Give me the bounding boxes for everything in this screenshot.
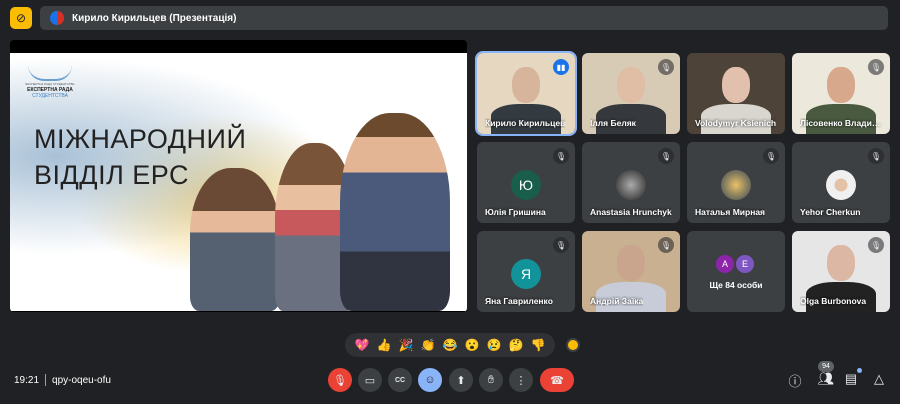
participant-name: Volodymyr Ksienich: [695, 118, 777, 128]
participant-tile[interactable]: Ілля Беляк 🎙︎: [582, 53, 680, 134]
reaction-button[interactable]: 👍: [377, 338, 392, 352]
participant-tile[interactable]: Volodymyr Ksienich: [687, 53, 785, 134]
mic-off-icon: 🎙︎: [658, 237, 674, 253]
chat-button[interactable]: ▤: [842, 371, 860, 387]
reaction-button[interactable]: 😮: [465, 338, 480, 352]
present-icon: ⬆: [456, 374, 466, 387]
reactions-button[interactable]: ☺: [418, 368, 442, 392]
participant-name: Кирило Кирильцев: [485, 118, 566, 128]
participant-face: [617, 67, 645, 103]
mic-off-icon: 🎙︎: [763, 148, 779, 164]
logo-mark: [28, 65, 72, 81]
reaction-button[interactable]: 🎉: [399, 338, 414, 352]
hand-icon: ✋︎: [487, 373, 495, 386]
skin-tone-button[interactable]: [566, 338, 580, 352]
raise-hand-button[interactable]: ✋︎: [479, 368, 503, 392]
presentation-view: ЕКСПЕРТНА РАДА СТУДЕНТСТВА ЕКСПЕРТНА РАД…: [10, 40, 467, 312]
logo-line2: СТУДЕНТСТВА: [32, 93, 68, 100]
captions-icon: CC: [394, 376, 406, 384]
participant-face: [722, 67, 750, 103]
people-button[interactable]: 👥︎: [817, 371, 835, 387]
phone-hangup-icon: ☎︎: [550, 374, 564, 387]
leave-call-button[interactable]: ☎︎: [540, 368, 574, 392]
participant-tile[interactable]: Лісовенко Владислав 🎙︎: [792, 53, 890, 134]
slide-photo: [160, 113, 467, 311]
presenter-avatar: [50, 11, 64, 25]
participant-tile[interactable]: Андрій Заїка 🎙︎: [582, 231, 680, 312]
reaction-button[interactable]: 👏: [421, 338, 436, 352]
participant-name: Olga Burbonova: [800, 296, 867, 306]
participant-name: Андрій Заїка: [590, 296, 644, 306]
participant-tile[interactable]: Кирило Кирильцев ▮▮: [475, 51, 577, 136]
participant-avatar: [721, 170, 751, 200]
mic-off-icon: 🎙︎: [553, 237, 569, 253]
more-vert-icon: ⋮: [515, 374, 527, 387]
clock: 19:21: [14, 374, 40, 386]
mic-button[interactable]: 🎙︎: [328, 368, 352, 392]
people-icon: 👥︎: [817, 371, 835, 386]
others-label: Ще 84 особи: [709, 280, 763, 290]
mic-off-icon: 🎙︎: [333, 374, 347, 387]
mic-off-icon: 🎙︎: [553, 148, 569, 164]
mic-off-icon: 🎙︎: [868, 148, 884, 164]
participant-tile[interactable]: Я Яна Гавриленко 🎙︎: [477, 231, 575, 312]
participant-face: [827, 245, 855, 281]
participant-face: [827, 67, 855, 103]
presentation-off-icon: ⊘: [15, 11, 27, 25]
participant-avatar: Ю: [511, 170, 541, 200]
others-avatar: Е: [736, 255, 754, 273]
participant-tile[interactable]: Olga Burbonova 🎙︎: [792, 231, 890, 312]
present-button[interactable]: ⬆: [449, 368, 473, 392]
camera-icon: ▭: [364, 374, 376, 387]
divider: [45, 374, 47, 386]
captions-button[interactable]: CC: [388, 368, 412, 392]
reaction-button[interactable]: 👎: [531, 338, 546, 352]
info-icon: ⓘ: [788, 374, 802, 389]
participant-tile[interactable]: Yehor Cherkun 🎙︎: [792, 142, 890, 223]
participant-name: Лісовенко Владислав: [800, 118, 884, 128]
presenter-label: Кирило Кирильцев (Презентація): [72, 12, 237, 24]
participant-name: Яна Гавриленко: [485, 296, 553, 306]
participant-name: Anastasia Hrunchyk: [590, 207, 672, 217]
participant-face: [512, 67, 540, 103]
mic-off-icon: 🎙︎: [658, 148, 674, 164]
more-options-button[interactable]: ⋮: [509, 368, 533, 392]
participant-name: Ілля Беляк: [590, 118, 636, 128]
mic-off-icon: 🎙︎: [868, 237, 884, 253]
participant-tile[interactable]: А Е Ще 84 особи: [687, 231, 785, 312]
emoji-icon: ☺: [424, 374, 436, 386]
participant-tile[interactable]: Anastasia Hrunchyk 🎙︎: [582, 142, 680, 223]
activities-icon: △: [874, 371, 884, 386]
participant-tile[interactable]: Ю Юлія Гришина 🎙︎: [477, 142, 575, 223]
presentation-bar: Кирило Кирильцев (Презентація): [40, 6, 888, 30]
participant-tile[interactable]: Наталья Мирная 🎙︎: [687, 142, 785, 223]
reactions-bar: 💖 👍 🎉 👏 😂 😮 😢 🤔 👎: [345, 333, 555, 357]
speaking-indicator-icon: ▮▮: [553, 59, 569, 75]
camera-button[interactable]: ▭: [358, 368, 382, 392]
participant-face: [617, 245, 645, 281]
participant-avatar: Я: [511, 259, 541, 289]
meeting-code: qpy-oqeu-ofu: [52, 374, 111, 386]
participant-name: Юлія Гришина: [485, 207, 546, 217]
stop-presenting-button[interactable]: ⊘: [10, 7, 32, 29]
participant-name: Наталья Мирная: [695, 207, 766, 217]
reaction-button[interactable]: 🤔: [509, 338, 524, 352]
meeting-details-button[interactable]: ⓘ: [786, 371, 804, 390]
meeting-info: 19:21 qpy-oqeu-ofu: [14, 374, 111, 386]
mic-off-icon: 🎙︎: [868, 59, 884, 75]
chat-icon: ▤: [844, 371, 858, 386]
slide: ЕКСПЕРТНА РАДА СТУДЕНТСТВА ЕКСПЕРТНА РАД…: [10, 53, 467, 311]
mic-off-icon: 🎙︎: [658, 59, 674, 75]
chat-notification-dot: [857, 368, 862, 373]
participant-avatar: [826, 170, 856, 200]
logo: ЕКСПЕРТНА РАДА СТУДЕНТСТВА ЕКСПЕРТНА РАД…: [20, 65, 80, 100]
reaction-button[interactable]: 😂: [443, 338, 458, 352]
others-avatar: А: [716, 255, 734, 273]
participant-name: Yehor Cherkun: [800, 207, 861, 217]
reaction-button[interactable]: 💖: [355, 338, 370, 352]
participant-avatar: [616, 170, 646, 200]
activities-button[interactable]: △: [870, 371, 888, 387]
reaction-button[interactable]: 😢: [487, 338, 502, 352]
